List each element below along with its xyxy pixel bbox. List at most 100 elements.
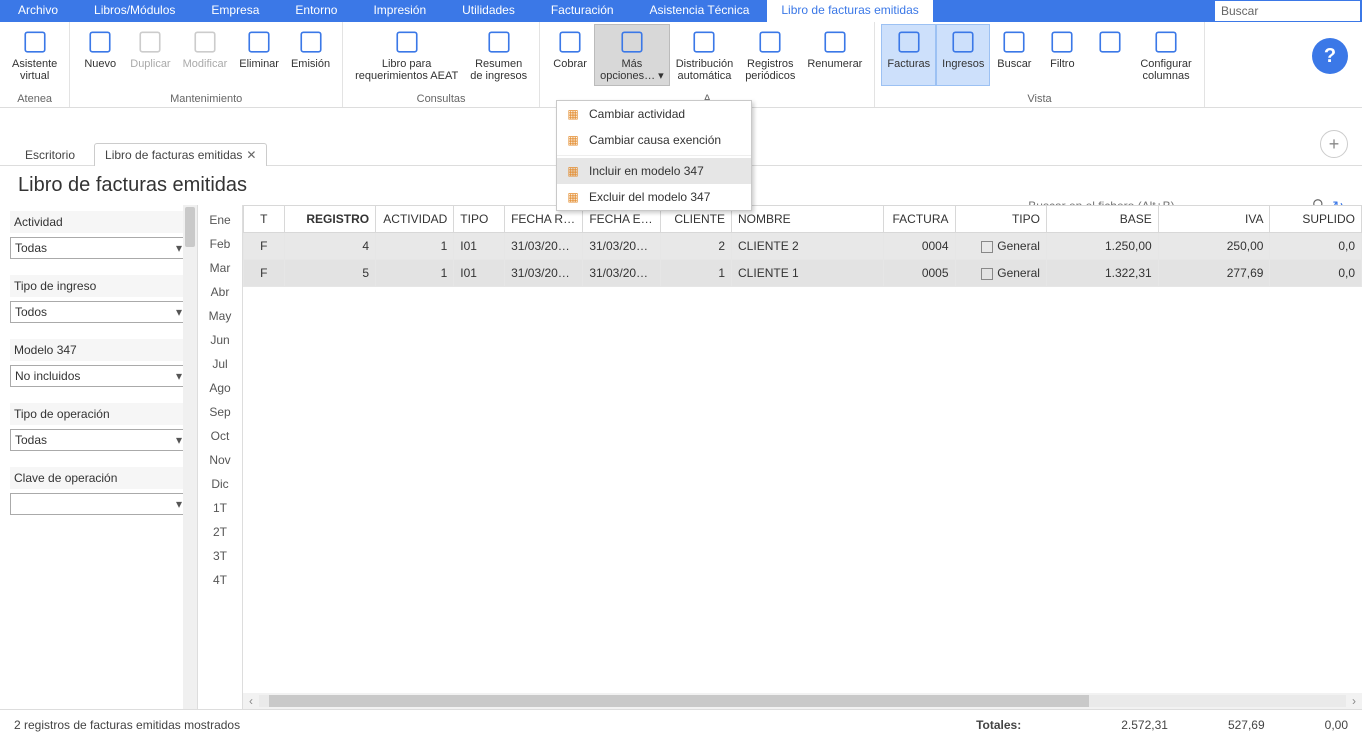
orden-button[interactable] (1086, 24, 1134, 86)
menu-archivo[interactable]: Archivo (0, 0, 76, 22)
mas-opciones-icon (618, 28, 646, 56)
buscar-button[interactable]: Buscar (990, 24, 1038, 86)
dropdown-cambiar-causa[interactable]: ▦Cambiar causa exención (557, 127, 751, 153)
main-area: ActividadTodas▾Tipo de ingresoTodos▾Mode… (0, 205, 1362, 709)
month-Ago[interactable]: Ago (209, 381, 230, 395)
dropdown-excluir-347[interactable]: ▦Excluir del modelo 347 (557, 184, 751, 210)
col-t-header[interactable]: T (244, 206, 285, 233)
emision-button[interactable]: Emisión (285, 24, 336, 74)
ingresos-button[interactable]: Ingresos (936, 24, 990, 86)
menu-libros[interactable]: Libros/Módulos (76, 0, 193, 22)
tab-escritorio-label: Escritorio (25, 148, 75, 162)
renumerar-button[interactable]: Renumerar (801, 24, 868, 86)
month-Feb[interactable]: Feb (210, 237, 231, 251)
menu-asistencia[interactable]: Asistencia Técnica (632, 0, 768, 22)
renumerar-icon (821, 28, 849, 56)
filtro-button[interactable]: Filtro (1038, 24, 1086, 86)
cell-registro: 5 (284, 260, 375, 287)
month-May[interactable]: May (209, 309, 232, 323)
table-row[interactable]: F51I0131/03/20…31/03/20…1CLIENTE 10005Ge… (244, 260, 1362, 287)
checkbox-icon[interactable] (981, 241, 993, 253)
cell-tipo_c: I01 (454, 260, 505, 287)
tab-libro-facturas[interactable]: Libro de facturas emitidas ✕ (94, 143, 267, 166)
modificar-button[interactable]: Modificar (177, 24, 234, 74)
nuevo-button[interactable]: Nuevo (76, 24, 124, 74)
asistente-virtual-label: Asistentevirtual (12, 58, 57, 82)
filter-clave-operacion-select[interactable]: ▾ (10, 493, 187, 515)
configurar-columnas-button[interactable]: Configurarcolumnas (1134, 24, 1197, 86)
cobrar-button[interactable]: Cobrar (546, 24, 594, 86)
month-Oct[interactable]: Oct (211, 429, 230, 443)
col-nombre-header[interactable]: NOMBRE (732, 206, 884, 233)
tab-escritorio[interactable]: Escritorio (14, 143, 86, 166)
table-row[interactable]: F41I0131/03/20…31/03/20…2CLIENTE 20004Ge… (244, 233, 1362, 260)
total-suplido: 0,00 (1325, 718, 1348, 732)
col-tipo_c-header[interactable]: TIPO (454, 206, 505, 233)
month-1T[interactable]: 1T (213, 501, 227, 515)
distribucion-auto-button[interactable]: Distribuciónautomática (670, 24, 739, 86)
col-tipo2-header[interactable]: TIPO (955, 206, 1046, 233)
month-2T[interactable]: 2T (213, 525, 227, 539)
menu-entorno[interactable]: Entorno (277, 0, 355, 22)
help-button[interactable]: ? (1312, 38, 1348, 74)
asistente-virtual-button[interactable]: Asistentevirtual (6, 24, 63, 86)
col-iva-header[interactable]: IVA (1158, 206, 1270, 233)
libro-aeat-button[interactable]: Libro pararequerimientos AEAT (349, 24, 464, 86)
cell-cliente: 1 (660, 260, 731, 287)
facturas-button[interactable]: Facturas (881, 24, 936, 86)
month-Nov[interactable]: Nov (209, 453, 230, 467)
col-base-header[interactable]: BASE (1046, 206, 1158, 233)
cell-t: F (244, 233, 285, 260)
duplicar-button[interactable]: Duplicar (124, 24, 176, 74)
dropdown-cambiar-actividad[interactable]: ▦Cambiar actividad (557, 101, 751, 127)
filter-tipo-ingreso-select[interactable]: Todos▾ (10, 301, 187, 323)
month-Mar[interactable]: Mar (210, 261, 231, 275)
filter-actividad-select[interactable]: Todas▾ (10, 237, 187, 259)
cell-nombre: CLIENTE 1 (732, 260, 884, 287)
data-grid: TREGISTROACTIVIDADTIPOFECHA R…FECHA E…CL… (243, 205, 1362, 693)
filter-clave-operacion-label: Clave de operación (10, 467, 187, 489)
col-actividad-header[interactable]: ACTIVIDAD (376, 206, 454, 233)
menu-utilidades[interactable]: Utilidades (444, 0, 533, 22)
month-4T[interactable]: 4T (213, 573, 227, 587)
col-factura-header[interactable]: FACTURA (884, 206, 955, 233)
resumen-ingresos-button[interactable]: Resumende ingresos (464, 24, 533, 86)
menu-facturacion[interactable]: Facturación (533, 0, 632, 22)
dropdown-incluir-347[interactable]: ▦Incluir en modelo 347 (557, 158, 751, 184)
global-search[interactable]: Buscar (1215, 1, 1360, 21)
menu-active-tab[interactable]: Libro de facturas emitidas (767, 0, 932, 22)
nuevo-label: Nuevo (84, 58, 116, 70)
eliminar-button[interactable]: Eliminar (233, 24, 285, 74)
tab-libro-facturas-label: Libro de facturas emitidas (105, 148, 242, 162)
ingresos-icon (949, 28, 977, 56)
ribbon: AsistentevirtualAteneaNuevoDuplicarModif… (0, 22, 1362, 108)
month-selector: Ene Feb Mar Abr May Jun Jul Ago Sep Oct Nov Dic 1T 2T… (198, 205, 242, 709)
excluir-347-label: Excluir del modelo 347 (589, 190, 710, 204)
cell-nombre: CLIENTE 2 (732, 233, 884, 260)
col-suplido-header[interactable]: SUPLIDO (1270, 206, 1362, 233)
filter-modelo-347-select[interactable]: No incluidos▾ (10, 365, 187, 387)
month-Jun[interactable]: Jun (210, 333, 229, 347)
horizontal-scrollbar[interactable]: ‹ › (243, 693, 1362, 709)
month-Ene[interactable]: Ene (209, 213, 230, 227)
col-registro-header[interactable]: REGISTRO (284, 206, 375, 233)
month-Dic[interactable]: Dic (211, 477, 228, 491)
menu-empresa[interactable]: Empresa (193, 0, 277, 22)
totals-label: Totales: (976, 718, 1021, 732)
eliminar-icon (245, 28, 273, 56)
filter-actividad-value: Todas (15, 241, 47, 255)
add-button[interactable]: + (1320, 130, 1348, 158)
checkbox-icon[interactable] (981, 268, 993, 280)
month-Sep[interactable]: Sep (209, 405, 230, 419)
month-Abr[interactable]: Abr (211, 285, 230, 299)
tab-libro-facturas-close-icon[interactable]: ✕ (246, 148, 256, 162)
month-Jul[interactable]: Jul (212, 357, 227, 371)
menu-impresion[interactable]: Impresión (355, 0, 444, 22)
sidebar-scrollbar[interactable] (183, 205, 197, 709)
month-3T[interactable]: 3T (213, 549, 227, 563)
buscar-icon (1000, 28, 1028, 56)
registros-periodicos-button[interactable]: Registrosperiódicos (739, 24, 801, 86)
mas-opciones-button[interactable]: Másopciones… ▾ (594, 24, 670, 86)
filter-tipo-operacion-select[interactable]: Todas▾ (10, 429, 187, 451)
resumen-ingresos-icon (485, 28, 513, 56)
